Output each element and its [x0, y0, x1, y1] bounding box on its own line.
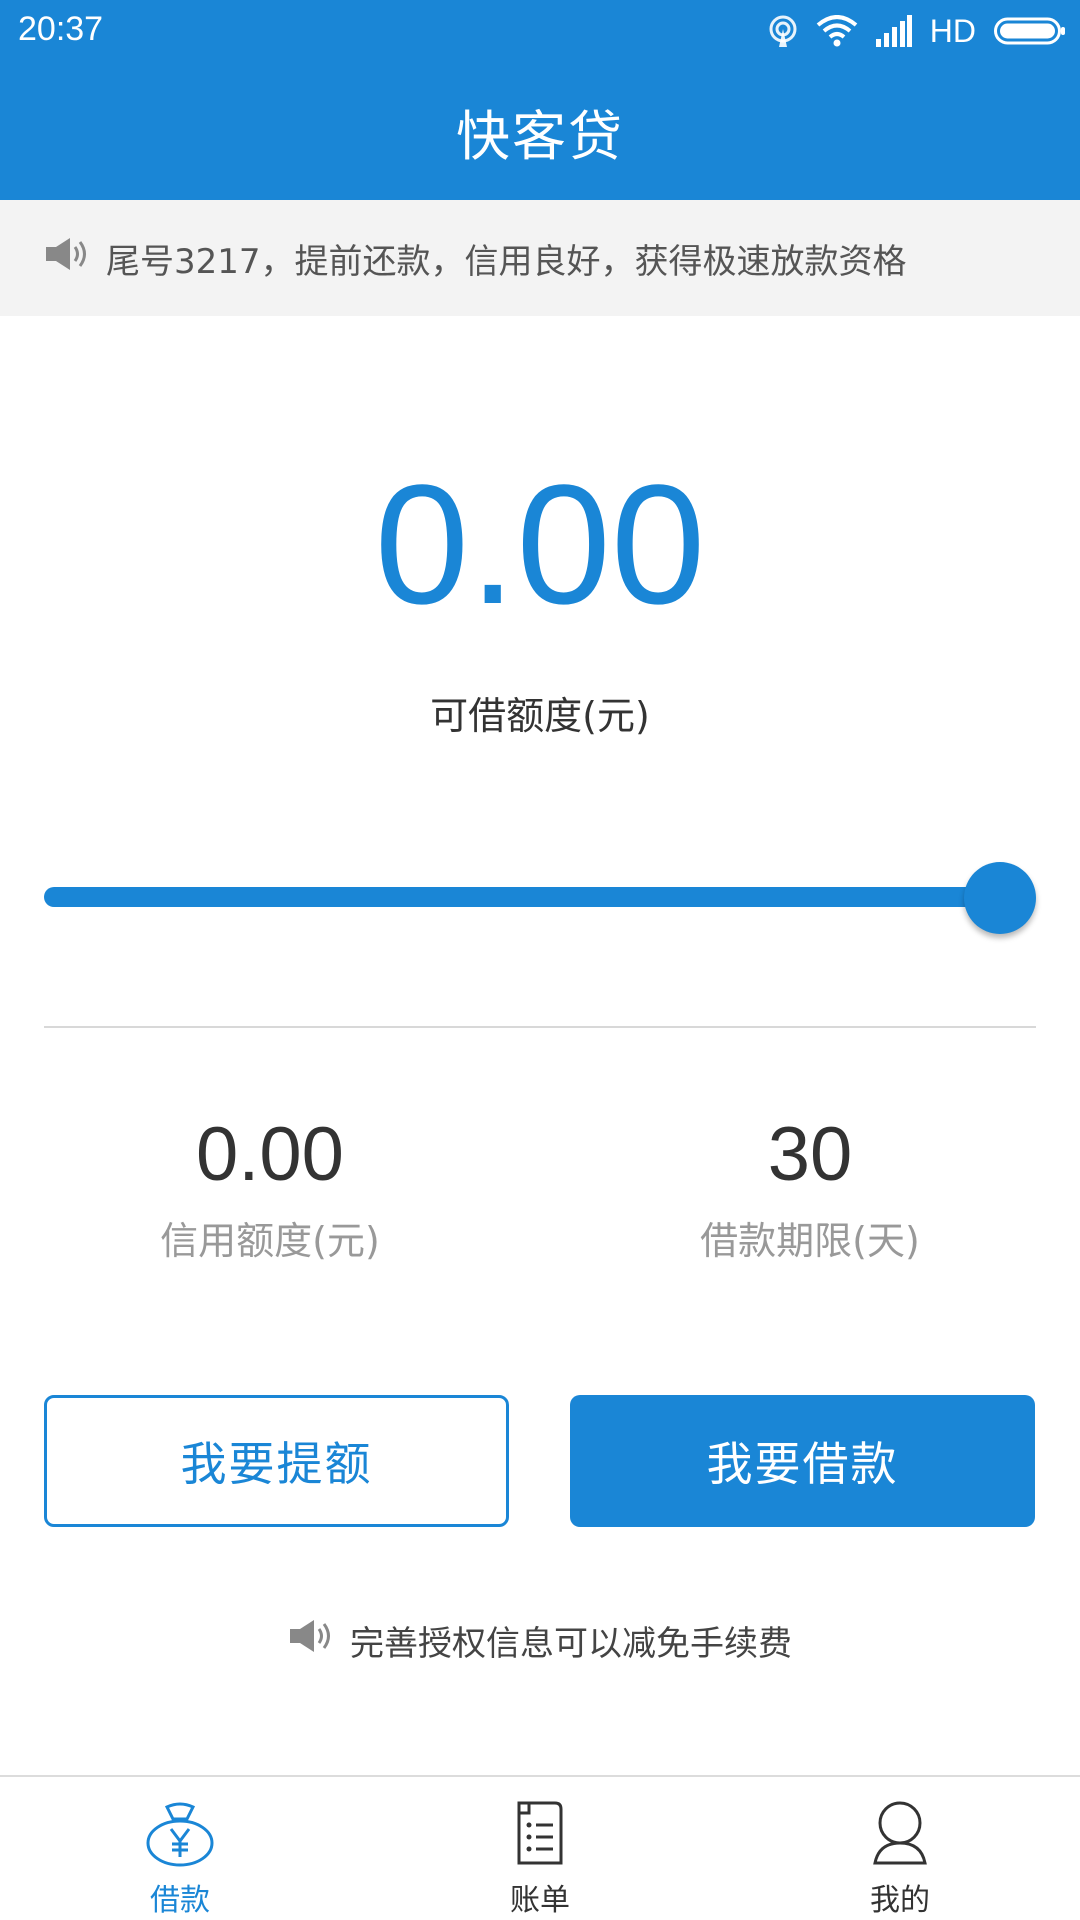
- speaker-icon: [288, 1616, 336, 1665]
- nav-label-bill: 账单: [510, 1883, 570, 1918]
- bill-icon: [505, 1777, 575, 1873]
- status-icons: HD: [768, 10, 1066, 52]
- notice-text: 尾号3217，提前还款，信用良好，获得极速放款资格: [106, 241, 907, 282]
- network-label: HD: [929, 12, 976, 49]
- nav-item-mine[interactable]: 我的: [720, 1777, 1080, 1920]
- signal-icon: [875, 15, 912, 47]
- user-icon: [865, 1777, 935, 1873]
- wifi-icon: [816, 15, 858, 47]
- borrow-button[interactable]: 我要借款: [570, 1395, 1035, 1527]
- app-screen: 20:37 HD 快客贷 尾号3217，提前还款，信用良好，获得极速放款资格 0…: [0, 0, 1080, 1920]
- nav-label-mine: 我的: [870, 1883, 930, 1918]
- header: 20:37 HD 快客贷: [0, 0, 1080, 200]
- amount-slider[interactable]: [44, 862, 1036, 934]
- credit-limit-value: 0.00: [196, 1112, 344, 1197]
- loan-term-stat: 30 借款期限(天): [560, 1110, 1060, 1265]
- slider-thumb[interactable]: [964, 862, 1036, 934]
- speaker-icon: [44, 234, 92, 283]
- loan-term-value: 30: [767, 1112, 853, 1197]
- credit-limit-stat: 0.00 信用额度(元): [20, 1110, 520, 1265]
- slider-track[interactable]: [44, 887, 1024, 907]
- fee-tip-text: 完善授权信息可以减免手续费: [350, 1624, 792, 1664]
- money-bag-icon: [145, 1777, 215, 1873]
- available-amount: 0.00: [374, 450, 706, 640]
- hotspot-icon: [768, 14, 798, 48]
- status-bar: 20:37 HD: [0, 0, 1080, 62]
- loan-term-label: 借款期限(天): [700, 1219, 920, 1263]
- nav-item-bill[interactable]: 账单: [360, 1777, 720, 1920]
- nav-item-borrow[interactable]: 借款: [0, 1777, 360, 1920]
- notice-bar: 尾号3217，提前还款，信用良好，获得极速放款资格: [0, 200, 1080, 316]
- available-amount-label: 可借额度(元): [430, 694, 650, 738]
- status-time: 20:37: [18, 10, 104, 48]
- bottom-nav: 借款 账单 我的: [0, 1775, 1080, 1920]
- battery-icon: [994, 16, 1066, 46]
- raise-limit-button[interactable]: 我要提额: [44, 1395, 509, 1527]
- app-title: 快客贷: [456, 105, 624, 168]
- nav-label-borrow: 借款: [150, 1883, 210, 1918]
- credit-limit-label: 信用额度(元): [160, 1219, 380, 1263]
- fee-tip: 完善授权信息可以减免手续费: [0, 1616, 1080, 1665]
- divider: [44, 1026, 1036, 1028]
